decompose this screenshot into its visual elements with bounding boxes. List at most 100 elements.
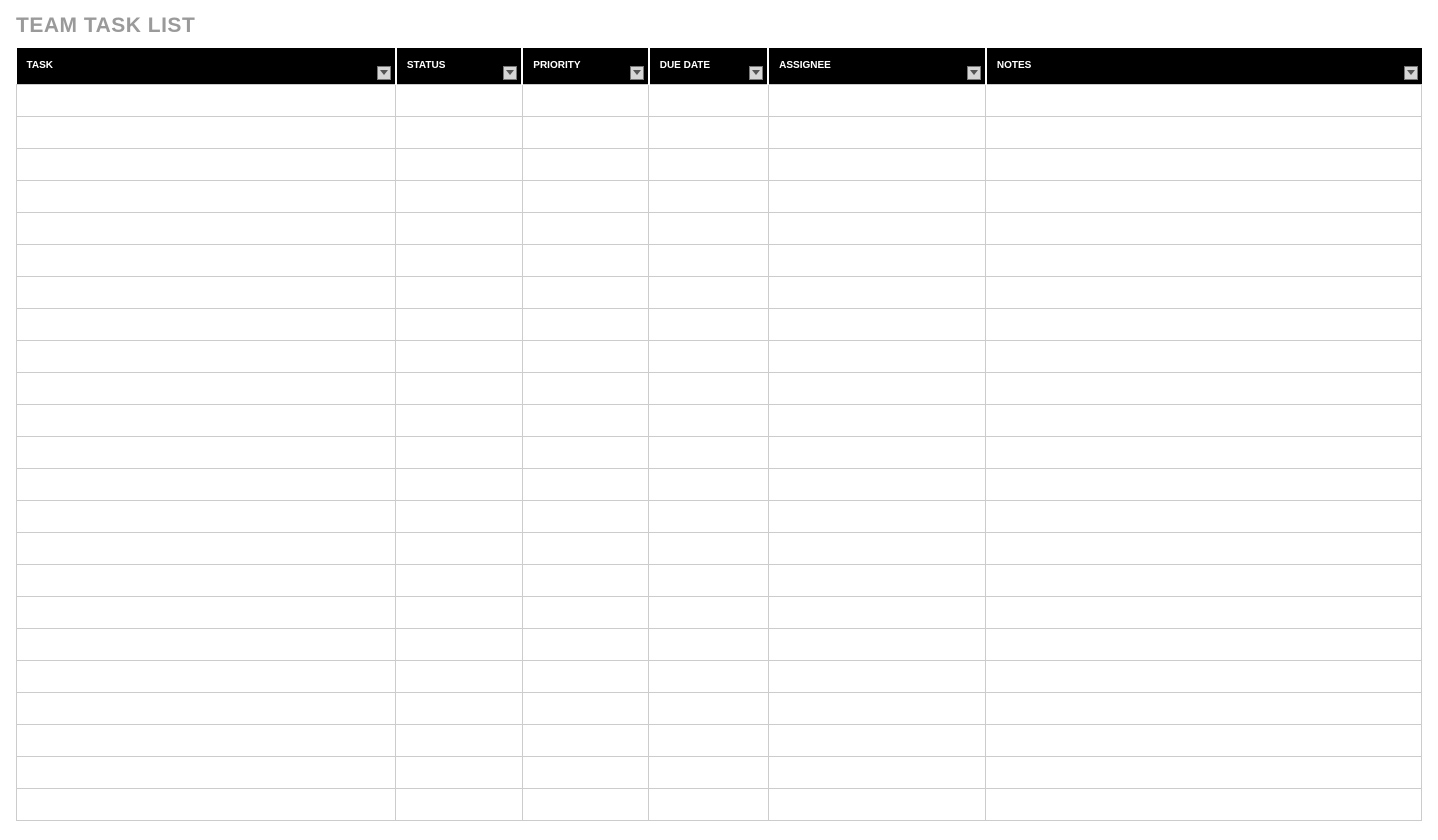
cell-status[interactable] <box>396 500 522 532</box>
cell-notes[interactable] <box>986 692 1422 724</box>
cell-task[interactable] <box>17 692 396 724</box>
column-header-notes[interactable]: NOTES <box>986 48 1422 84</box>
cell-priority[interactable] <box>522 596 648 628</box>
cell-duedate[interactable] <box>649 212 768 244</box>
cell-status[interactable] <box>396 756 522 788</box>
cell-status[interactable] <box>396 788 522 820</box>
cell-task[interactable] <box>17 276 396 308</box>
cell-assignee[interactable] <box>768 212 986 244</box>
cell-duedate[interactable] <box>649 404 768 436</box>
cell-duedate[interactable] <box>649 244 768 276</box>
cell-priority[interactable] <box>522 660 648 692</box>
cell-priority[interactable] <box>522 692 648 724</box>
cell-assignee[interactable] <box>768 436 986 468</box>
filter-dropdown-task[interactable] <box>377 66 391 80</box>
cell-assignee[interactable] <box>768 404 986 436</box>
cell-status[interactable] <box>396 468 522 500</box>
cell-status[interactable] <box>396 564 522 596</box>
cell-status[interactable] <box>396 212 522 244</box>
cell-task[interactable] <box>17 84 396 116</box>
cell-task[interactable] <box>17 628 396 660</box>
cell-task[interactable] <box>17 788 396 820</box>
cell-duedate[interactable] <box>649 436 768 468</box>
cell-status[interactable] <box>396 692 522 724</box>
cell-assignee[interactable] <box>768 596 986 628</box>
cell-priority[interactable] <box>522 628 648 660</box>
cell-notes[interactable] <box>986 724 1422 756</box>
cell-assignee[interactable] <box>768 500 986 532</box>
cell-duedate[interactable] <box>649 788 768 820</box>
cell-assignee[interactable] <box>768 276 986 308</box>
cell-assignee[interactable] <box>768 628 986 660</box>
cell-priority[interactable] <box>522 404 648 436</box>
cell-notes[interactable] <box>986 180 1422 212</box>
cell-priority[interactable] <box>522 148 648 180</box>
column-header-status[interactable]: STATUS <box>396 48 522 84</box>
cell-task[interactable] <box>17 500 396 532</box>
cell-priority[interactable] <box>522 340 648 372</box>
cell-notes[interactable] <box>986 788 1422 820</box>
cell-status[interactable] <box>396 660 522 692</box>
cell-priority[interactable] <box>522 180 648 212</box>
cell-task[interactable] <box>17 180 396 212</box>
cell-priority[interactable] <box>522 468 648 500</box>
cell-notes[interactable] <box>986 116 1422 148</box>
cell-assignee[interactable] <box>768 724 986 756</box>
cell-status[interactable] <box>396 436 522 468</box>
cell-notes[interactable] <box>986 756 1422 788</box>
cell-assignee[interactable] <box>768 660 986 692</box>
cell-task[interactable] <box>17 308 396 340</box>
cell-status[interactable] <box>396 244 522 276</box>
cell-duedate[interactable] <box>649 532 768 564</box>
cell-assignee[interactable] <box>768 340 986 372</box>
cell-task[interactable] <box>17 756 396 788</box>
cell-status[interactable] <box>396 404 522 436</box>
cell-priority[interactable] <box>522 244 648 276</box>
cell-notes[interactable] <box>986 500 1422 532</box>
cell-status[interactable] <box>396 116 522 148</box>
cell-priority[interactable] <box>522 84 648 116</box>
cell-task[interactable] <box>17 468 396 500</box>
cell-notes[interactable] <box>986 340 1422 372</box>
column-header-priority[interactable]: PRIORITY <box>522 48 648 84</box>
cell-assignee[interactable] <box>768 532 986 564</box>
cell-notes[interactable] <box>986 148 1422 180</box>
cell-priority[interactable] <box>522 532 648 564</box>
cell-task[interactable] <box>17 372 396 404</box>
cell-duedate[interactable] <box>649 564 768 596</box>
cell-priority[interactable] <box>522 564 648 596</box>
cell-assignee[interactable] <box>768 308 986 340</box>
cell-priority[interactable] <box>522 436 648 468</box>
cell-status[interactable] <box>396 596 522 628</box>
column-header-assignee[interactable]: ASSIGNEE <box>768 48 986 84</box>
column-header-duedate[interactable]: DUE DATE <box>649 48 768 84</box>
cell-assignee[interactable] <box>768 468 986 500</box>
cell-duedate[interactable] <box>649 692 768 724</box>
cell-assignee[interactable] <box>768 564 986 596</box>
cell-notes[interactable] <box>986 564 1422 596</box>
cell-priority[interactable] <box>522 500 648 532</box>
cell-duedate[interactable] <box>649 628 768 660</box>
cell-duedate[interactable] <box>649 276 768 308</box>
cell-notes[interactable] <box>986 468 1422 500</box>
cell-task[interactable] <box>17 436 396 468</box>
cell-notes[interactable] <box>986 660 1422 692</box>
cell-task[interactable] <box>17 564 396 596</box>
column-header-task[interactable]: TASK <box>17 48 396 84</box>
cell-duedate[interactable] <box>649 724 768 756</box>
cell-status[interactable] <box>396 308 522 340</box>
cell-priority[interactable] <box>522 116 648 148</box>
cell-assignee[interactable] <box>768 116 986 148</box>
cell-assignee[interactable] <box>768 244 986 276</box>
cell-assignee[interactable] <box>768 788 986 820</box>
cell-duedate[interactable] <box>649 500 768 532</box>
cell-notes[interactable] <box>986 244 1422 276</box>
cell-task[interactable] <box>17 724 396 756</box>
cell-assignee[interactable] <box>768 372 986 404</box>
filter-dropdown-notes[interactable] <box>1404 66 1418 80</box>
cell-task[interactable] <box>17 660 396 692</box>
cell-status[interactable] <box>396 724 522 756</box>
filter-dropdown-status[interactable] <box>503 66 517 80</box>
cell-assignee[interactable] <box>768 180 986 212</box>
cell-priority[interactable] <box>522 308 648 340</box>
